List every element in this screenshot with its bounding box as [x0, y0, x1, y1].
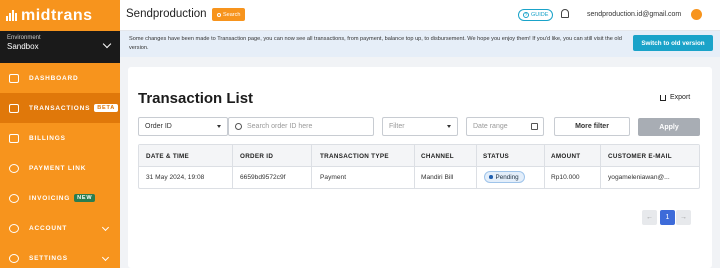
cell-customer-email: yogameleniawan@...: [608, 174, 670, 181]
search-placeholder: Search order ID here: [247, 123, 313, 130]
more-filter-button[interactable]: More filter: [554, 117, 630, 136]
order-id-select[interactable]: Order ID: [138, 117, 228, 136]
bell-icon[interactable]: [561, 9, 569, 18]
sidebar-item-invoicing[interactable]: INVOICING NEW: [0, 183, 120, 213]
pagination-next-button[interactable]: →: [676, 210, 691, 225]
cell-order-id[interactable]: 6659bd9572c9f: [240, 174, 285, 181]
new-badge: NEW: [74, 194, 96, 202]
chevron-down-icon: [101, 253, 110, 262]
cell-channel: Mandiri Bill: [421, 174, 454, 181]
column-divider: [414, 145, 415, 189]
cell-transaction-type: Payment: [320, 174, 347, 181]
transactions-card: Transaction List Export Order ID Search …: [128, 67, 712, 268]
chevron-down-icon: [101, 223, 110, 232]
notice-banner: Some changes have been made to Transacti…: [120, 31, 720, 57]
search-input[interactable]: Search order ID here: [228, 117, 374, 136]
column-divider: [311, 145, 312, 189]
merchant-name: Sendproduction: [126, 8, 207, 20]
caret-down-icon: [447, 125, 451, 128]
help-icon: ?: [523, 12, 529, 18]
order-id-select-value: Order ID: [145, 123, 172, 130]
cell-date-time: 31 May 2024, 19:08: [146, 174, 205, 181]
column-header-date-time[interactable]: DATE & TIME: [146, 153, 189, 160]
search-button[interactable]: Search: [212, 8, 246, 21]
filter-select-value: Filter: [389, 123, 405, 130]
filter-select[interactable]: Filter: [382, 117, 458, 136]
caret-down-icon: [217, 125, 221, 128]
status-text: Pending: [495, 173, 519, 181]
transactions-table: DATE & TIME ORDER ID TRANSACTION TYPE CH…: [138, 144, 700, 189]
column-header-transaction-type[interactable]: TRANSACTION TYPE: [320, 153, 389, 160]
column-header-order-id[interactable]: ORDER ID: [240, 153, 273, 160]
midtrans-logo[interactable]: midtrans: [0, 0, 120, 31]
column-divider: [476, 145, 477, 189]
logo-bars-icon: [6, 10, 17, 21]
search-button-label: Search: [223, 11, 241, 18]
app-root: midtrans Environment Sandbox DASHBOARD T…: [0, 0, 720, 268]
environment-label: Environment: [7, 35, 41, 41]
sidebar-item-payment-link[interactable]: PAYMENT LINK: [0, 153, 120, 183]
guide-label: GUIDE: [531, 12, 549, 18]
beta-badge: BETA: [94, 104, 119, 112]
notice-text: Some changes have been made to Transacti…: [129, 36, 622, 51]
sidebar-item-account[interactable]: ACCOUNT: [0, 213, 120, 243]
dashboard-icon: [9, 73, 19, 83]
sidebar-item-dashboard[interactable]: DASHBOARD: [0, 63, 120, 93]
pagination-page-1[interactable]: 1: [660, 210, 675, 225]
sidebar-item-label: ACCOUNT: [29, 224, 68, 232]
sidebar: midtrans Environment Sandbox DASHBOARD T…: [0, 0, 120, 268]
calendar-icon: [531, 123, 538, 130]
page-title: Transaction List: [138, 90, 254, 107]
pagination-prev-button[interactable]: ←: [642, 210, 657, 225]
topbar: Sendproduction Search ? GUIDE sendproduc…: [120, 0, 720, 31]
column-header-channel[interactable]: CHANNEL: [421, 153, 454, 160]
apply-button[interactable]: Apply: [638, 118, 700, 136]
sidebar-item-transactions[interactable]: TRANSACTIONS BETA: [0, 93, 120, 123]
date-range-placeholder: Date range: [473, 123, 508, 130]
status-dot-icon: [489, 175, 493, 179]
column-divider: [544, 145, 545, 189]
avatar[interactable]: [691, 9, 702, 20]
column-header-amount[interactable]: AMOUNT: [551, 153, 580, 160]
date-range-input[interactable]: Date range: [466, 117, 544, 136]
switch-old-version-button[interactable]: Switch to old version: [633, 35, 713, 51]
environment-value: Sandbox: [7, 42, 39, 51]
column-header-customer-email[interactable]: CUSTOMER E-MAIL: [608, 153, 672, 160]
export-label: Export: [670, 94, 691, 101]
transactions-icon: [9, 103, 19, 113]
sidebar-item-billings[interactable]: BILLINGS: [0, 123, 120, 153]
sidebar-item-label: PAYMENT LINK: [29, 164, 87, 172]
export-icon: [660, 94, 666, 101]
cell-amount: Rp10.000: [551, 174, 580, 181]
column-divider: [232, 145, 233, 189]
export-button[interactable]: Export: [660, 94, 690, 101]
invoice-icon: [9, 193, 19, 203]
column-divider: [600, 145, 601, 189]
guide-button[interactable]: ? GUIDE: [518, 9, 554, 21]
search-icon: [217, 12, 221, 17]
search-icon: [235, 123, 242, 130]
environment-selector[interactable]: Environment Sandbox: [0, 31, 120, 63]
sidebar-item-settings[interactable]: SETTINGS: [0, 243, 120, 268]
sidebar-item-label: BILLINGS: [29, 134, 66, 142]
user-icon: [9, 223, 19, 233]
logo-text: midtrans: [21, 6, 93, 24]
column-header-status[interactable]: STATUS: [483, 153, 509, 160]
account-email[interactable]: sendproduction.id@gmail.com: [587, 11, 681, 18]
link-icon: [9, 163, 19, 173]
sidebar-item-label: INVOICING: [29, 194, 71, 202]
sidebar-item-label: TRANSACTIONS: [29, 104, 91, 112]
status-badge: Pending: [484, 171, 525, 183]
gear-icon: [9, 253, 19, 263]
sidebar-item-label: SETTINGS: [29, 254, 68, 262]
sidebar-item-label: DASHBOARD: [29, 74, 79, 82]
billings-icon: [9, 133, 19, 143]
